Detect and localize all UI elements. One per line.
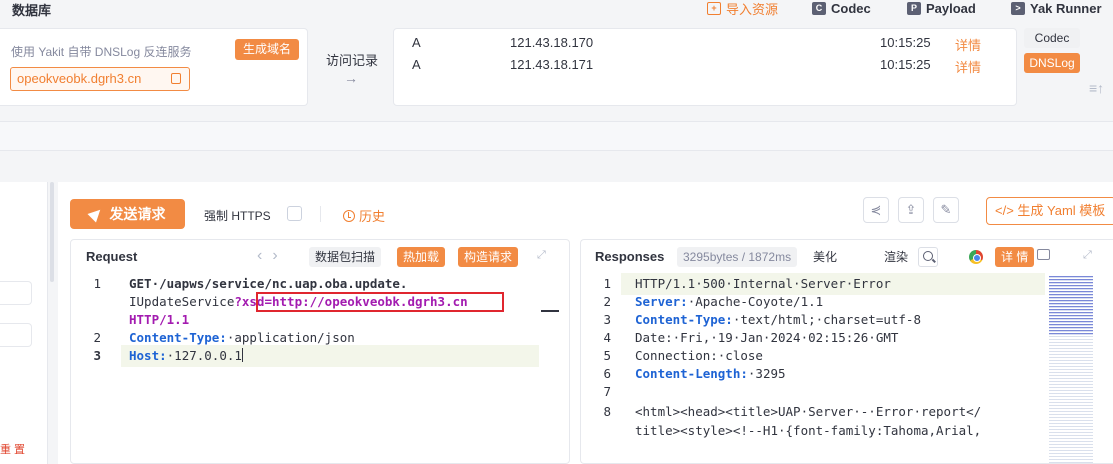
- left-input-1[interactable]: [0, 281, 32, 305]
- generate-yaml-template-button[interactable]: </> 生成 Yaml 模板: [986, 197, 1113, 225]
- dns-records-list: A 121.43.18.170 10:15:25 详情 A 121.43.18.…: [393, 28, 1017, 106]
- left-side-panel: 重 置: [0, 182, 48, 464]
- top-bar: 数据库 + 导入资源 C Codec P Payload > Yak Runne…: [0, 0, 1113, 20]
- text-cursor: [241, 348, 244, 362]
- detail-link[interactable]: 详情: [955, 57, 981, 76]
- export-icon[interactable]: ⇪: [898, 197, 924, 223]
- request-editor: Request ‹› 数据包扫描 热加载 构造请求 ⤢ 1 GET·/uapws…: [70, 239, 570, 464]
- list-item: A 121.43.18.170 10:15:25 详情: [412, 35, 982, 54]
- hot-reload-button[interactable]: 热加载: [397, 247, 446, 267]
- code-line: Connection:·close: [635, 348, 763, 363]
- browser-icon[interactable]: [969, 250, 983, 264]
- payload-icon: P: [907, 1, 921, 15]
- left-input-2[interactable]: [0, 323, 32, 347]
- clock-icon: [343, 209, 355, 222]
- scroll-marker: [541, 310, 559, 312]
- codec-icon: C: [812, 1, 826, 15]
- detail-link[interactable]: 详情: [955, 35, 981, 54]
- response-title: Responses: [595, 249, 665, 264]
- dnslog-card: 使用 Yakit 自带 DNSLog 反连服务 生成域名 opeokveobk.…: [0, 28, 308, 106]
- payload-button[interactable]: P Payload: [907, 0, 976, 18]
- response-editor: Responses 3295bytes / 1872ms 美化 渲染 详 情 ⤢…: [580, 239, 1113, 464]
- code-icon: </>: [995, 203, 1018, 218]
- database-title: 数据库: [12, 3, 52, 18]
- render-button[interactable]: 渲染: [878, 247, 914, 267]
- code-line: Content-Type:·application/json: [129, 330, 355, 345]
- search-icon[interactable]: [918, 247, 938, 267]
- sort-icon[interactable]: ≡↑: [1089, 80, 1104, 96]
- arrow-right-icon: →: [344, 70, 358, 86]
- divider-band: [0, 121, 1113, 151]
- visit-records-label: 访问记录: [326, 53, 379, 68]
- minimap-viewport[interactable]: [1049, 276, 1093, 336]
- request-title: Request: [86, 249, 138, 264]
- tab-codec[interactable]: Codec: [1024, 28, 1080, 48]
- import-resource-button[interactable]: + 导入资源: [707, 0, 778, 18]
- highlight-box: [256, 292, 504, 312]
- yak-runner-button[interactable]: > Yak Runner: [1011, 0, 1102, 18]
- history-nav-arrows[interactable]: ‹›: [257, 247, 288, 265]
- code-line: HTTP/1.1·500·Internal·Server·Error: [635, 276, 891, 291]
- edit-icon[interactable]: ✎: [933, 197, 959, 223]
- force-https-checkbox[interactable]: [287, 206, 302, 221]
- reset-button[interactable]: 重 置: [0, 441, 25, 457]
- force-https-label: 强制 HTTPS: [204, 209, 271, 223]
- side-tab-group: Codec DNSLog: [1024, 28, 1084, 78]
- history-button[interactable]: 历史: [343, 206, 385, 225]
- code-line: <html><head><title>UAP·Server·-·Error·re…: [635, 404, 982, 419]
- tab-dnslog[interactable]: DNSLog: [1024, 53, 1080, 73]
- code-line: Server:·Apache-Coyote/1.1: [635, 294, 824, 309]
- send-request-button[interactable]: 发送请求: [70, 199, 185, 229]
- build-request-button[interactable]: 构造请求: [458, 247, 519, 267]
- code-line: GET·/uapws/service/nc.uap.oba.update.: [129, 276, 408, 291]
- terminal-icon: >: [1011, 1, 1025, 15]
- beautify-button[interactable]: 美化: [807, 247, 843, 267]
- code-line: Content-Type:·text/html;·charset=utf-8: [635, 312, 921, 327]
- fullscreen-icon[interactable]: ⤢: [537, 249, 546, 262]
- panel-splitter[interactable]: [50, 182, 54, 282]
- response-size-badge: 3295bytes / 1872ms: [677, 247, 798, 267]
- code-line: Host:·127.0.0.1: [129, 348, 244, 363]
- divider: [320, 206, 321, 222]
- list-item: A 121.43.18.171 10:15:25 详情: [412, 57, 982, 76]
- domain-text: opeokveobk.dgrh3.cn: [17, 71, 142, 86]
- import-icon: +: [707, 1, 721, 15]
- code-line: title><style><!--H1·{font-family:Tahoma,…: [635, 423, 982, 438]
- comment-icon[interactable]: [1037, 249, 1050, 260]
- response-header: Responses 3295bytes / 1872ms 美化 渲染 详 情 ⤢: [581, 240, 1113, 273]
- generate-domain-button[interactable]: 生成域名: [235, 39, 300, 60]
- main-area: 发送请求 强制 HTTPS 历史 ⋞ ⇪ ✎ </> 生成 Yaml 模板 Re…: [58, 182, 1113, 464]
- codec-button[interactable]: C Codec: [812, 0, 871, 18]
- share-icon[interactable]: ⋞: [863, 197, 889, 223]
- code-line: Content-Length:·3295: [635, 366, 786, 381]
- copy-icon[interactable]: [171, 73, 181, 84]
- packet-scan-button[interactable]: 数据包扫描: [309, 247, 382, 267]
- detail-button[interactable]: 详 情: [995, 247, 1035, 267]
- code-line: Date:·Fri,·19·Jan·2024·02:15:26·GMT: [635, 330, 899, 345]
- send-icon: [87, 205, 104, 223]
- fullscreen-icon[interactable]: ⤢: [1083, 249, 1092, 262]
- request-header: Request ‹› 数据包扫描 热加载 构造请求 ⤢: [71, 240, 569, 273]
- dnslog-description: 使用 Yakit 自带 DNSLog 反连服务: [11, 45, 192, 59]
- domain-field[interactable]: opeokveobk.dgrh3.cn: [10, 67, 190, 91]
- code-line: HTTP/1.1: [129, 312, 190, 327]
